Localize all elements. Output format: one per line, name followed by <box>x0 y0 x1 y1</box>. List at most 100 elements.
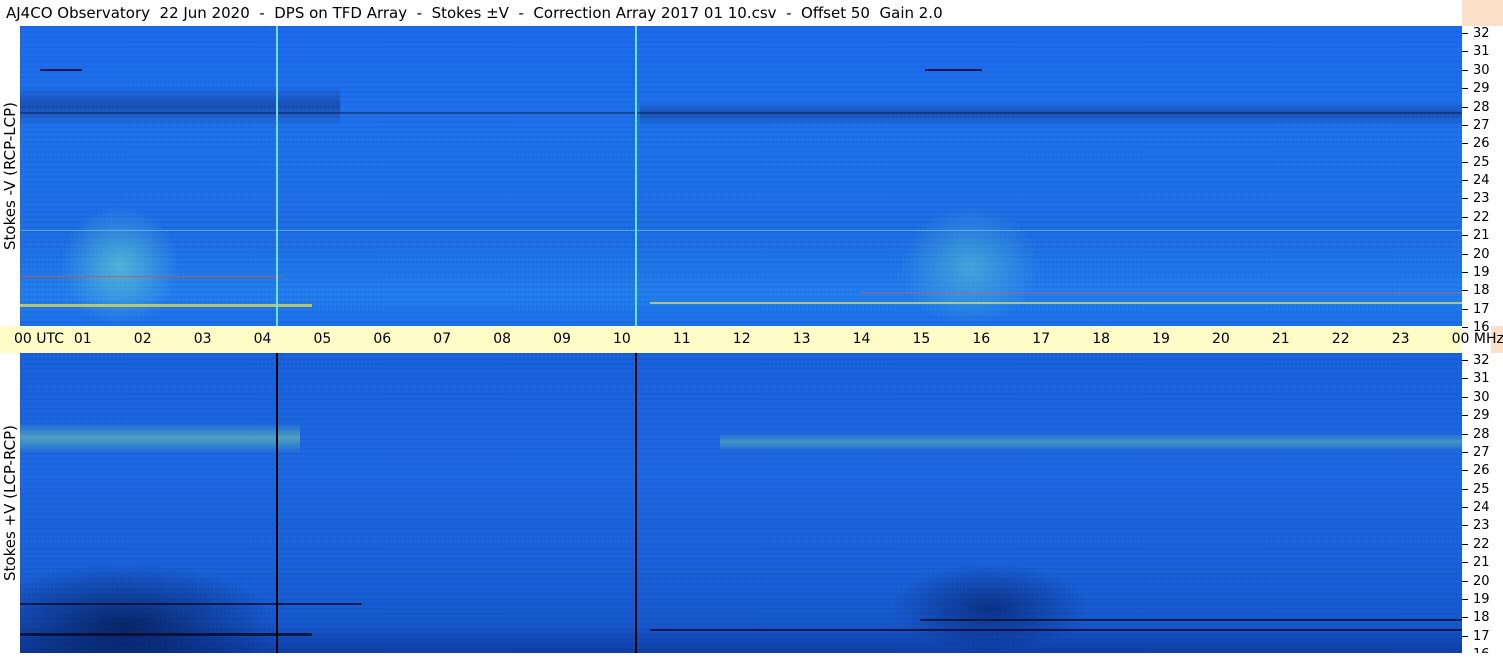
interference-line <box>860 292 1462 293</box>
time-tick-label: 09 <box>553 331 571 347</box>
freq-tick <box>1462 434 1468 435</box>
time-tick-label: 23 <box>1391 331 1410 347</box>
time-tick-label: 03 <box>193 331 212 347</box>
freq-tick-label: 27 <box>1473 118 1490 133</box>
freq-tick-label: 17 <box>1473 302 1490 317</box>
interference-line <box>650 302 1462 304</box>
sync-marker-line <box>635 353 637 653</box>
freq-tick-label: 32 <box>1473 353 1490 368</box>
freq-tick-label: 19 <box>1473 592 1490 607</box>
time-tick-label: 13 <box>792 331 811 347</box>
time-tick-label: 21 <box>1271 331 1290 347</box>
interference-line <box>920 619 1462 621</box>
interference-line <box>20 276 282 277</box>
freq-tick <box>1462 617 1468 618</box>
freq-tick <box>1462 290 1468 291</box>
top-panel-label: Stokes -V (RCP-LCP) <box>1 102 19 250</box>
time-tick-label: 19 <box>1152 331 1170 347</box>
freq-tick-label: 31 <box>1473 371 1490 386</box>
freq-tick <box>1462 217 1468 218</box>
freq-tick <box>1462 33 1468 34</box>
freq-tick-label: 17 <box>1473 629 1490 644</box>
time-tick-label: 20 <box>1212 331 1230 347</box>
freq-tick <box>1462 107 1468 108</box>
interference-band <box>20 86 340 126</box>
freq-tick-label: 29 <box>1473 81 1490 96</box>
freq-tick <box>1462 254 1468 255</box>
freq-tick-label: 26 <box>1473 463 1490 478</box>
top-panel-ylabel-wrap: Stokes -V (RCP-LCP) <box>0 26 20 326</box>
interference-line <box>20 304 312 307</box>
freq-tick <box>1462 599 1468 600</box>
time-tick-label: 16 <box>972 331 991 347</box>
interference-line <box>20 112 1462 114</box>
freq-tick <box>1462 180 1468 181</box>
freq-tick-label: 27 <box>1473 445 1490 460</box>
freq-tick-label: 20 <box>1473 574 1490 589</box>
freq-tick-label: 21 <box>1473 555 1490 570</box>
freq-tick <box>1462 162 1468 163</box>
emission-band <box>20 423 300 453</box>
freq-tick-label: 18 <box>1473 283 1490 298</box>
freq-tick <box>1462 143 1468 144</box>
freq-tick <box>1462 198 1468 199</box>
time-tick-label: 08 <box>493 331 512 347</box>
freq-tick <box>1462 51 1468 52</box>
spectrogram-title: AJ4CO Observatory 22 Jun 2020 - DPS on T… <box>0 0 1462 26</box>
time-tick-label: 00 UTC <box>14 331 65 347</box>
time-tick-label: 12 <box>732 331 751 347</box>
freq-tick <box>1462 470 1468 471</box>
time-tick-label: 06 <box>373 331 392 347</box>
freq-tick-label: 30 <box>1473 63 1490 78</box>
freq-tick-label: 28 <box>1473 100 1490 115</box>
bottom-margin <box>0 653 1503 672</box>
interference-line <box>40 69 82 71</box>
bottom-panel-ylabel-wrap: Stokes +V (LCP-RCP) <box>0 353 20 653</box>
freq-axis-top: 32 31 30 29 28 27 26 25 24 23 22 21 20 19 18 17 16 <box>1462 26 1503 335</box>
absorption-patch <box>20 563 280 653</box>
freq-tick <box>1462 452 1468 453</box>
freq-tick <box>1462 415 1468 416</box>
freq-tick-label: 18 <box>1473 610 1490 625</box>
freq-tick <box>1462 489 1468 490</box>
absorption-patch <box>890 563 1090 653</box>
time-tick-label: 11 <box>672 331 691 347</box>
freq-tick-label: 26 <box>1473 136 1490 151</box>
bottom-panel-label: Stokes +V (LCP-RCP) <box>1 425 19 581</box>
freq-tick <box>1462 327 1468 328</box>
freq-tick-label: 25 <box>1473 155 1490 170</box>
freq-tick-label: 30 <box>1473 390 1490 405</box>
freq-tick <box>1462 397 1468 398</box>
time-tick-label: 05 <box>313 331 332 347</box>
spectrogram-top[interactable] <box>20 26 1462 326</box>
freq-tick-label: 32 <box>1473 26 1490 41</box>
emission-patch <box>60 206 180 326</box>
interference-line <box>925 69 982 71</box>
freq-tick <box>1462 235 1468 236</box>
time-tick-label: 14 <box>852 331 871 347</box>
freq-tick-label: 31 <box>1473 44 1490 59</box>
freq-tick <box>1462 309 1468 310</box>
interference-line <box>20 230 1462 231</box>
freq-axis-bottom: 3231302928272625242322212019181716 <box>1462 353 1503 662</box>
freq-tick <box>1462 507 1468 508</box>
freq-tick-label: 21 <box>1473 228 1490 243</box>
freq-tick-label: 20 <box>1473 247 1490 262</box>
freq-tick <box>1462 525 1468 526</box>
freq-tick <box>1462 581 1468 582</box>
freq-tick <box>1462 562 1468 563</box>
freq-tick-label: 23 <box>1473 191 1490 206</box>
freq-tick <box>1462 88 1468 89</box>
freq-tick-label: 25 <box>1473 482 1490 497</box>
interference-line <box>20 633 312 636</box>
freq-tick-label: 23 <box>1473 518 1490 533</box>
time-tick-label: 22 <box>1331 331 1350 347</box>
freq-tick-label: 29 <box>1473 408 1490 423</box>
freq-tick-label: 22 <box>1473 537 1490 552</box>
freq-tick <box>1462 360 1468 361</box>
spectrogram-bottom[interactable] <box>20 353 1462 653</box>
time-tick-label: 01 <box>73 331 92 347</box>
freq-tick <box>1462 636 1468 637</box>
interference-line <box>20 603 362 605</box>
freq-tick-label: 19 <box>1473 265 1490 280</box>
